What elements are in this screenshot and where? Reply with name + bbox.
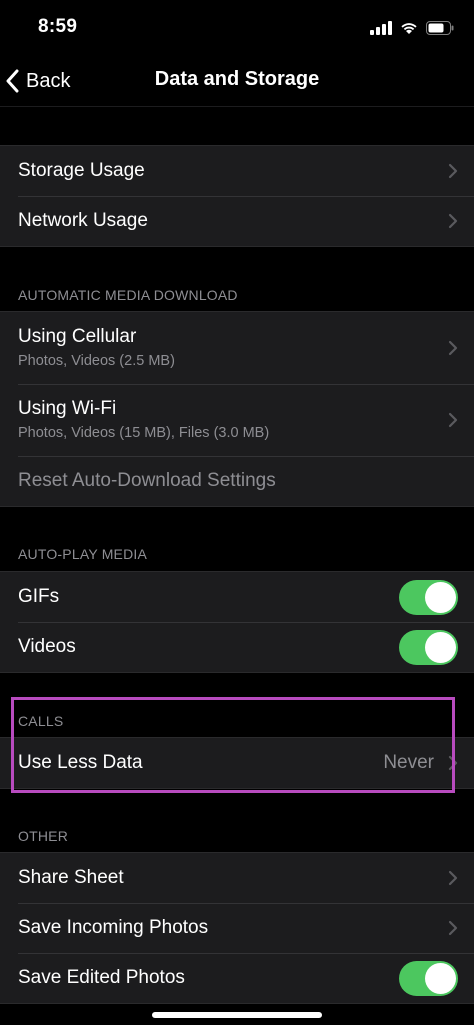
auto-play-group: GIFs Videos xyxy=(0,571,474,673)
storage-usage-label: Storage Usage xyxy=(18,160,145,181)
using-wifi-row[interactable]: Using Wi-Fi Photos, Videos (15 MB), File… xyxy=(0,384,474,456)
chevron-right-icon xyxy=(448,340,458,356)
videos-label: Videos xyxy=(18,636,76,657)
using-cellular-row[interactable]: Using Cellular Photos, Videos (2.5 MB) xyxy=(0,312,474,384)
toggle-knob xyxy=(425,582,456,613)
save-edited-photos-label: Save Edited Photos xyxy=(18,967,185,988)
usage-group: Storage Usage Network Usage xyxy=(0,145,474,247)
chevron-right-icon xyxy=(448,213,458,229)
gifs-toggle[interactable] xyxy=(399,580,458,615)
using-wifi-label: Using Wi-Fi xyxy=(18,398,117,419)
auto-download-header: AUTOMATIC MEDIA DOWNLOAD xyxy=(18,287,238,303)
chevron-right-icon xyxy=(448,412,458,428)
save-incoming-photos-row[interactable]: Save Incoming Photos xyxy=(0,903,474,953)
network-usage-row[interactable]: Network Usage xyxy=(0,196,474,246)
signal-icon xyxy=(370,21,392,35)
toggle-knob xyxy=(425,632,456,663)
status-icons xyxy=(370,18,454,38)
videos-row: Videos xyxy=(0,622,474,672)
reset-auto-download-label: Reset Auto-Download Settings xyxy=(18,470,276,491)
highlight-box xyxy=(11,697,455,793)
share-sheet-row[interactable]: Share Sheet xyxy=(0,853,474,903)
battery-icon xyxy=(426,21,454,35)
gifs-label: GIFs xyxy=(18,586,60,607)
chevron-right-icon xyxy=(448,920,458,936)
auto-play-header: AUTO-PLAY MEDIA xyxy=(18,546,148,562)
network-usage-label: Network Usage xyxy=(18,210,148,231)
other-group: Share Sheet Save Incoming Photos Save Ed… xyxy=(0,852,474,1004)
storage-usage-row[interactable]: Storage Usage xyxy=(0,146,474,196)
toggle-knob xyxy=(425,963,456,994)
home-indicator[interactable] xyxy=(152,1012,322,1018)
status-time: 8:59 xyxy=(38,16,78,37)
navigation-bar: Back Data and Storage xyxy=(0,56,474,107)
save-edited-photos-row: Save Edited Photos xyxy=(0,953,474,1003)
page-title: Data and Storage xyxy=(154,68,320,90)
using-cellular-detail: Photos, Videos (2.5 MB) xyxy=(18,353,175,369)
videos-toggle[interactable] xyxy=(399,630,458,665)
using-cellular-label: Using Cellular xyxy=(18,326,137,347)
save-edited-photos-toggle[interactable] xyxy=(399,961,458,996)
chevron-right-icon xyxy=(448,870,458,886)
gifs-row: GIFs xyxy=(0,572,474,622)
share-sheet-label: Share Sheet xyxy=(18,867,124,888)
chevron-right-icon xyxy=(448,163,458,179)
status-bar: 8:59 xyxy=(0,0,474,56)
using-wifi-detail: Photos, Videos (15 MB), Files (3.0 MB) xyxy=(18,425,270,441)
wifi-icon xyxy=(401,23,417,34)
save-incoming-photos-label: Save Incoming Photos xyxy=(18,917,209,938)
other-header: OTHER xyxy=(18,828,68,844)
reset-auto-download-row[interactable]: Reset Auto-Download Settings xyxy=(0,456,474,506)
auto-download-group: Using Cellular Photos, Videos (2.5 MB) U… xyxy=(0,311,474,507)
